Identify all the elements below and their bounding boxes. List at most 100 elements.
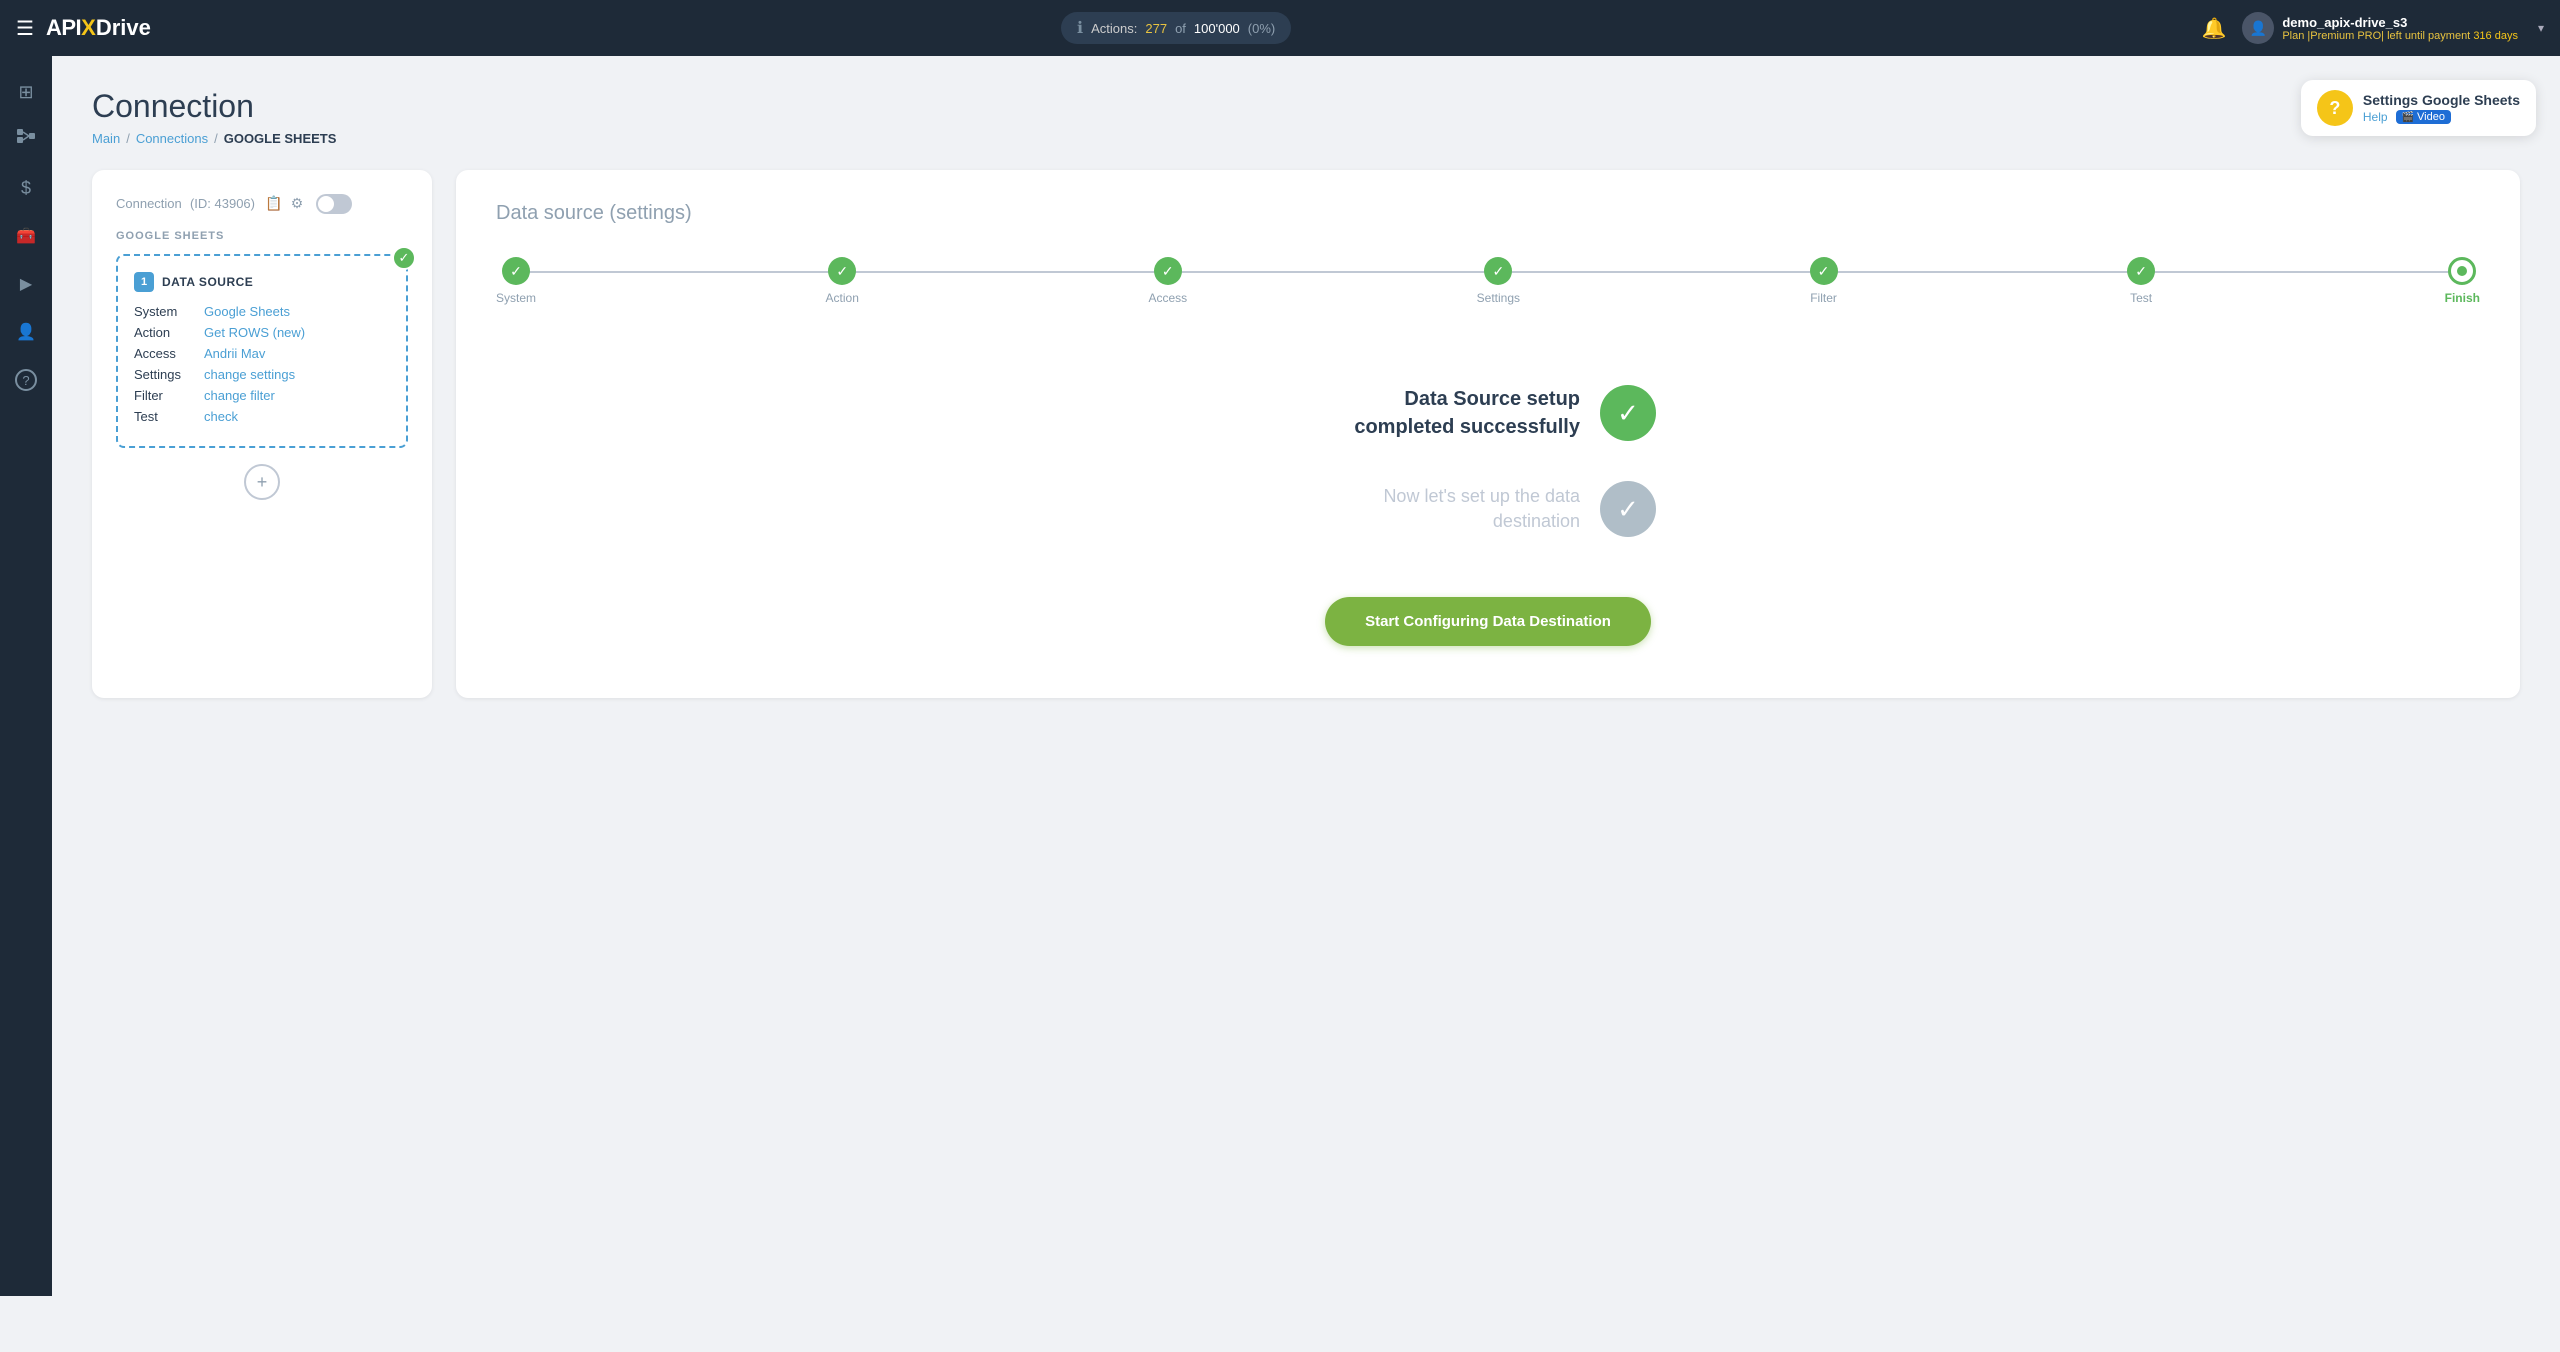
step-label-test: Test: [2130, 291, 2152, 305]
source-check-badge: ✓: [392, 246, 416, 270]
success-text: Data Source setup completed successfully: [1320, 385, 1580, 441]
table-row: Action Get ROWS (new): [134, 325, 390, 340]
flow-icon: [16, 128, 36, 153]
source-number: 1: [134, 272, 154, 292]
step-settings: ✓ Settings: [1477, 257, 1520, 305]
step-circle-finish: [2448, 257, 2476, 285]
step-label-filter: Filter: [1810, 291, 1837, 305]
row-val-filter[interactable]: change filter: [204, 388, 275, 403]
row-val-test[interactable]: check: [204, 409, 238, 424]
panels-row: Connection (ID: 43906) 📋 ⚙ GOOGLE SHEETS…: [92, 170, 2520, 698]
play-icon: ▶: [20, 274, 32, 294]
copy-icon[interactable]: 📋: [265, 195, 282, 211]
step-filter: ✓ Filter: [1810, 257, 1838, 305]
row-key-action: Action: [134, 325, 204, 340]
chevron-down-icon[interactable]: ▾: [2538, 21, 2544, 35]
page-title: Connection: [92, 88, 2520, 125]
table-row: Filter change filter: [134, 388, 390, 403]
step-test: ✓ Test: [2127, 257, 2155, 305]
help-badge: ? Settings Google Sheets Help 🎬 Video: [2301, 80, 2536, 136]
row-key-filter: Filter: [134, 388, 204, 403]
step-circle-action: ✓: [828, 257, 856, 285]
table-row: System Google Sheets: [134, 304, 390, 319]
row-val-settings[interactable]: change settings: [204, 367, 295, 382]
sidebar-item-home[interactable]: ⊞: [6, 72, 46, 112]
connection-id: (ID: 43906): [190, 196, 255, 211]
add-source-button[interactable]: +: [244, 464, 280, 500]
dollar-icon: $: [21, 178, 31, 199]
step-label-settings: Settings: [1477, 291, 1520, 305]
logo-api-text: API: [46, 15, 81, 41]
panel-header: Connection (ID: 43906) 📋 ⚙: [116, 194, 408, 214]
google-sheets-label: GOOGLE SHEETS: [116, 230, 408, 242]
sidebar-item-play[interactable]: ▶: [6, 264, 46, 304]
sidebar-item-billing[interactable]: $: [6, 168, 46, 208]
success-row-pending: Now let's set up the data destination ✓: [1320, 481, 1656, 537]
info-icon: ℹ: [1077, 18, 1083, 38]
actions-count: 277: [1145, 21, 1167, 36]
row-key-test: Test: [134, 409, 204, 424]
row-key-system: System: [134, 304, 204, 319]
step-system: ✓ System: [496, 257, 536, 305]
table-row: Test check: [134, 409, 390, 424]
toggle-switch[interactable]: [316, 194, 352, 214]
notifications-icon[interactable]: 🔔: [2201, 16, 2226, 41]
video-badge[interactable]: 🎬 Video: [2396, 110, 2451, 124]
step-label-system: System: [496, 291, 536, 305]
sidebar-item-user[interactable]: 👤: [6, 312, 46, 352]
actions-label: Actions:: [1091, 21, 1137, 36]
success-icon-gray: ✓: [1600, 481, 1656, 537]
pending-text: Now let's set up the data destination: [1320, 484, 1580, 534]
user-icon: 👤: [16, 322, 36, 342]
page-header: Connection Main / Connections / GOOGLE S…: [92, 88, 2520, 146]
step-label-finish: Finish: [2445, 291, 2480, 305]
step-action: ✓ Action: [826, 257, 859, 305]
row-val-action[interactable]: Get ROWS (new): [204, 325, 305, 340]
user-name: demo_apix-drive_s3: [2282, 15, 2518, 30]
menu-icon[interactable]: ☰: [16, 16, 34, 41]
logo-drive-text: Drive: [96, 15, 151, 41]
settings-gear-icon[interactable]: ⚙: [291, 195, 304, 211]
step-label-access: Access: [1148, 291, 1187, 305]
user-info: 👤 demo_apix-drive_s3 Plan |Premium PRO| …: [2242, 12, 2518, 44]
success-area: Data Source setup completed successfully…: [496, 365, 2480, 666]
step-access: ✓ Access: [1148, 257, 1187, 305]
help-circle-icon: ?: [2317, 90, 2353, 126]
success-icon-green: ✓: [1600, 385, 1656, 441]
top-navigation: ☰ APIXDrive ℹ Actions: 277 of 100'000 (0…: [0, 0, 2560, 56]
source-title: DATA SOURCE: [162, 275, 253, 289]
sidebar: ⊞ $ 🧰 ▶ 👤 ?: [0, 56, 52, 1296]
step-circle-settings: ✓: [1484, 257, 1512, 285]
row-key-access: Access: [134, 346, 204, 361]
source-card: 1 DATA SOURCE ✓ System Google Sheets Act…: [116, 254, 408, 448]
breadcrumb-connections[interactable]: Connections: [136, 131, 208, 146]
right-panel-title: Data source (settings): [496, 202, 2480, 225]
row-val-system[interactable]: Google Sheets: [204, 304, 290, 319]
step-circle-access: ✓: [1154, 257, 1182, 285]
breadcrumb-main[interactable]: Main: [92, 131, 120, 146]
sidebar-item-flows[interactable]: [6, 120, 46, 160]
row-val-access[interactable]: Andrii Mav: [204, 346, 265, 361]
actions-of: of: [1175, 21, 1186, 36]
actions-pct: (0%): [1248, 21, 1275, 36]
step-label-action: Action: [826, 291, 859, 305]
right-panel: Data source (settings) ✓ System ✓ Action…: [456, 170, 2520, 698]
sidebar-item-tools[interactable]: 🧰: [6, 216, 46, 256]
start-configuring-button[interactable]: Start Configuring Data Destination: [1325, 597, 1651, 646]
briefcase-icon: 🧰: [16, 226, 36, 246]
main-content: Connection Main / Connections / GOOGLE S…: [52, 56, 2560, 1296]
step-finish: Finish: [2445, 257, 2480, 305]
success-row-done: Data Source setup completed successfully…: [1320, 385, 1656, 441]
help-link[interactable]: Help: [2363, 110, 2388, 124]
actions-total: 100'000: [1194, 21, 1240, 36]
user-plan: Plan |Premium PRO| left until payment 31…: [2282, 30, 2518, 42]
sidebar-item-help[interactable]: ?: [6, 360, 46, 400]
actions-badge: ℹ Actions: 277 of 100'000 (0%): [1061, 12, 1291, 44]
home-icon: ⊞: [18, 82, 33, 103]
left-panel: Connection (ID: 43906) 📋 ⚙ GOOGLE SHEETS…: [92, 170, 432, 698]
step-circle-test: ✓: [2127, 257, 2155, 285]
step-circle-system: ✓: [502, 257, 530, 285]
steps-row: ✓ System ✓ Action ✓ Access ✓ Settings ✓: [496, 257, 2480, 305]
table-row: Settings change settings: [134, 367, 390, 382]
logo: APIXDrive: [46, 15, 151, 41]
